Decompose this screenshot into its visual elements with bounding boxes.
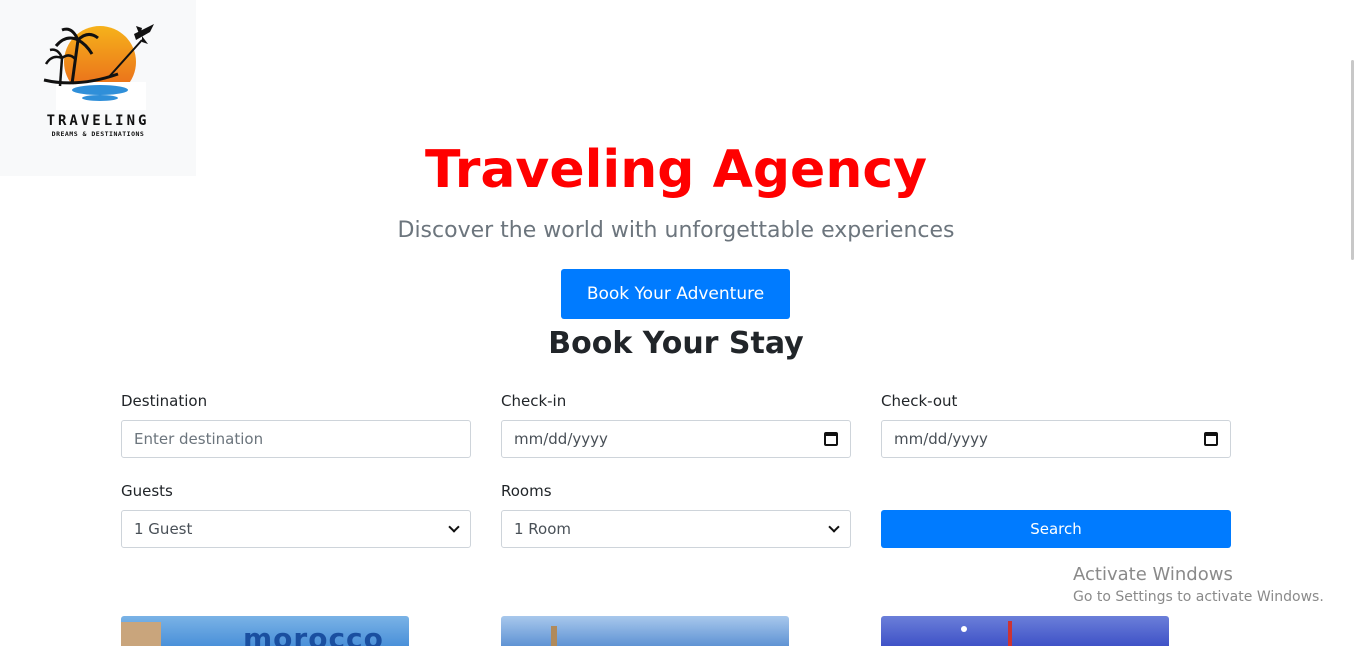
rooms-select[interactable]: 1 Room: [501, 510, 851, 548]
calendar-icon[interactable]: [824, 432, 838, 446]
card-image-rock: [121, 622, 161, 646]
palm-sunset-logo-icon: [43, 24, 154, 110]
activate-windows-subtitle: Go to Settings to activate Windows.: [1073, 589, 1324, 605]
guests-label: Guests: [121, 482, 173, 500]
search-button[interactable]: Search: [881, 510, 1231, 548]
chevron-down-icon: [828, 521, 840, 533]
activate-windows-title: Activate Windows: [1073, 564, 1233, 585]
page-scrollbar[interactable]: [1350, 0, 1355, 640]
card-image-moon: [961, 626, 967, 632]
checkin-label: Check-in: [501, 392, 567, 410]
logo-title: TRAVELING: [46, 113, 150, 129]
destination-label: Destination: [121, 392, 208, 410]
destination-card-3[interactable]: [881, 616, 1169, 646]
destination-placeholder: Enter destination: [134, 430, 264, 448]
checkout-date-input[interactable]: mm/dd/yyyy: [881, 420, 1231, 458]
destination-card-2[interactable]: [501, 616, 789, 646]
rooms-label: Rooms: [501, 482, 552, 500]
guests-selected-value: 1 Guest: [134, 520, 193, 538]
hero-subtitle: Discover the world with unforgettable ex…: [397, 218, 955, 243]
chevron-down-icon: [448, 521, 460, 533]
guests-select[interactable]: 1 Guest: [121, 510, 471, 548]
book-adventure-button[interactable]: Book Your Adventure: [561, 269, 790, 319]
calendar-icon[interactable]: [1204, 432, 1218, 446]
booking-title: Book Your Stay: [548, 326, 804, 361]
destination-input[interactable]: Enter destination: [121, 420, 471, 458]
destination-card-morocco[interactable]: morocco: [121, 616, 409, 646]
rooms-selected-value: 1 Room: [514, 520, 572, 538]
card-image-tower: [1008, 621, 1012, 646]
logo-tagline: DREAMS & DESTINATIONS: [51, 130, 145, 138]
checkin-value: mm/dd/yyyy: [514, 430, 608, 448]
hero-title: Traveling Agency: [424, 140, 928, 200]
card-image-spire: [551, 626, 557, 646]
checkout-value: mm/dd/yyyy: [894, 430, 988, 448]
checkin-date-input[interactable]: mm/dd/yyyy: [501, 420, 851, 458]
checkout-label: Check-out: [881, 392, 958, 410]
card-image-text: morocco: [243, 622, 384, 646]
